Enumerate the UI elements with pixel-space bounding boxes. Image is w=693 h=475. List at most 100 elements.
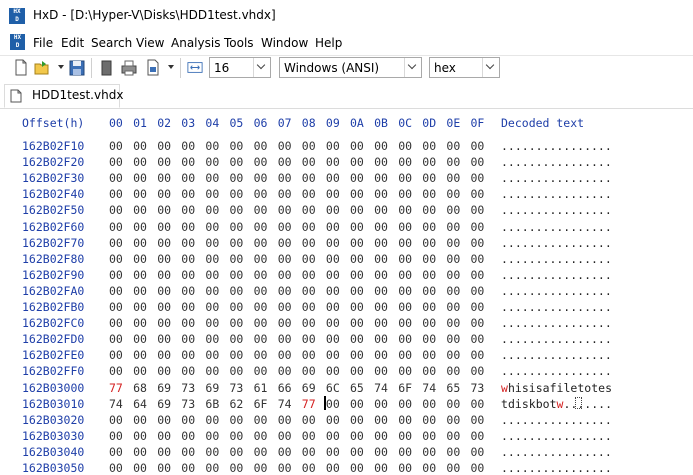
hex-byte-cell[interactable]: 00	[109, 413, 123, 427]
hex-byte-cell[interactable]: 00	[302, 220, 316, 234]
decoded-text-cell[interactable]: ................	[501, 316, 612, 330]
hex-byte-cell[interactable]: 00	[471, 252, 485, 266]
hex-byte-cell[interactable]: 00	[422, 139, 436, 153]
hex-byte-cell[interactable]: 00	[471, 220, 485, 234]
hex-byte-cell[interactable]: 00	[302, 284, 316, 298]
menu-analysis[interactable]: Analysis	[171, 36, 220, 50]
hex-byte-cell[interactable]: 00	[133, 139, 147, 153]
hex-byte-cell[interactable]: 00	[109, 171, 123, 185]
hex-byte-cell[interactable]: 00	[205, 203, 219, 217]
hex-byte-cell[interactable]: 69	[302, 381, 316, 395]
hex-byte-cell[interactable]: 74	[374, 381, 388, 395]
hex-byte-cell[interactable]: 00	[471, 332, 485, 346]
hex-byte-cell[interactable]: 00	[471, 236, 485, 250]
hex-byte-cell[interactable]: 00	[254, 139, 268, 153]
hex-byte-cell[interactable]: 00	[157, 187, 171, 201]
hex-byte-cell[interactable]: 00	[157, 445, 171, 459]
hex-byte-cell[interactable]: 00	[446, 348, 460, 362]
hex-byte-cell[interactable]: 00	[133, 429, 147, 443]
hex-byte-cell[interactable]: 00	[422, 348, 436, 362]
menu-tools[interactable]: Tools	[224, 36, 254, 50]
hex-byte-cell[interactable]: 00	[350, 236, 364, 250]
hex-byte-cell[interactable]: 00	[302, 461, 316, 475]
hex-byte-cell[interactable]: 00	[181, 236, 195, 250]
hex-byte-cell[interactable]: 00	[278, 332, 292, 346]
hex-byte-cell[interactable]: 00	[205, 429, 219, 443]
hex-byte-cell[interactable]: 00	[157, 236, 171, 250]
hex-byte-cell[interactable]: 00	[326, 203, 340, 217]
hex-byte-cell[interactable]: 00	[157, 284, 171, 298]
hex-byte-cell[interactable]: 00	[157, 139, 171, 153]
hex-byte-cell[interactable]: 00	[133, 348, 147, 362]
hex-byte-cell[interactable]: 00	[205, 171, 219, 185]
hex-byte-cell[interactable]: 00	[471, 268, 485, 282]
hex-byte-cell[interactable]: 00	[133, 171, 147, 185]
hex-byte-cell[interactable]: 00	[205, 155, 219, 169]
hex-byte-cell[interactable]: 00	[302, 187, 316, 201]
hex-byte-cell[interactable]: 00	[230, 461, 244, 475]
hex-byte-cell[interactable]: 00	[133, 332, 147, 346]
hex-byte-cell[interactable]: 00	[157, 461, 171, 475]
hex-byte-cell[interactable]: 00	[109, 268, 123, 282]
hex-byte-cell[interactable]: 00	[133, 300, 147, 314]
hex-byte-cell[interactable]: 00	[254, 364, 268, 378]
hex-byte-cell[interactable]: 00	[181, 300, 195, 314]
hex-byte-cell[interactable]: 00	[326, 461, 340, 475]
hex-byte-cell[interactable]: 00	[254, 429, 268, 443]
hex-byte-cell[interactable]: 00	[326, 252, 340, 266]
offset-base-select[interactable]: hex	[429, 57, 500, 78]
hex-byte-cell[interactable]: 00	[181, 220, 195, 234]
hex-byte-cell[interactable]: 00	[446, 364, 460, 378]
hex-byte-cell[interactable]: 00	[398, 445, 412, 459]
decoded-text-cell[interactable]: ................	[501, 187, 612, 201]
hex-byte-cell[interactable]: 00	[278, 413, 292, 427]
hex-byte-cell[interactable]: 00	[471, 300, 485, 314]
hex-byte-cell[interactable]: 77	[302, 397, 316, 411]
hex-byte-cell[interactable]: 00	[205, 139, 219, 153]
hex-byte-cell[interactable]: 00	[471, 364, 485, 378]
decoded-text-cell[interactable]: ................	[501, 155, 612, 169]
decoded-text-cell[interactable]: ................	[501, 268, 612, 282]
hex-byte-cell[interactable]: 00	[302, 429, 316, 443]
hex-byte-cell[interactable]: 61	[254, 381, 268, 395]
hex-byte-cell[interactable]: 00	[446, 187, 460, 201]
hex-byte-cell[interactable]: 00	[157, 220, 171, 234]
hex-byte-cell[interactable]: 00	[230, 445, 244, 459]
hex-byte-cell[interactable]: 00	[302, 332, 316, 346]
hex-byte-cell[interactable]: 00	[326, 284, 340, 298]
hex-byte-cell[interactable]: 00	[374, 429, 388, 443]
hex-byte-cell[interactable]: 00	[109, 284, 123, 298]
hex-byte-cell[interactable]: 00	[326, 445, 340, 459]
chevron-down-icon[interactable]	[482, 58, 499, 77]
hex-byte-cell[interactable]: 00	[254, 236, 268, 250]
hex-byte-cell[interactable]: 00	[109, 155, 123, 169]
hex-byte-cell[interactable]: 00	[254, 332, 268, 346]
hex-byte-cell[interactable]: 00	[374, 203, 388, 217]
hex-byte-cell[interactable]: 00	[205, 187, 219, 201]
hex-byte-cell[interactable]: 00	[302, 316, 316, 330]
hex-byte-cell[interactable]: 00	[374, 397, 388, 411]
hex-byte-cell[interactable]: 00	[422, 284, 436, 298]
hex-byte-cell[interactable]: 00	[398, 461, 412, 475]
hex-byte-cell[interactable]: 00	[278, 155, 292, 169]
hex-byte-cell[interactable]: 00	[230, 348, 244, 362]
hex-byte-cell[interactable]: 00	[133, 461, 147, 475]
hex-byte-cell[interactable]: 00	[422, 171, 436, 185]
hex-byte-cell[interactable]: 00	[326, 220, 340, 234]
hex-byte-cell[interactable]: 00	[374, 332, 388, 346]
hex-byte-cell[interactable]: 00	[230, 252, 244, 266]
hex-byte-cell[interactable]: 00	[133, 316, 147, 330]
hex-byte-cell[interactable]: 68	[133, 381, 147, 395]
hex-byte-cell[interactable]: 00	[350, 284, 364, 298]
hex-byte-cell[interactable]: 00	[350, 364, 364, 378]
hex-byte-cell[interactable]: 65	[350, 381, 364, 395]
hex-byte-cell[interactable]: 00	[109, 203, 123, 217]
hex-byte-cell[interactable]: 00	[302, 413, 316, 427]
hex-byte-cell[interactable]: 00	[109, 236, 123, 250]
hex-byte-cell[interactable]: 00	[326, 155, 340, 169]
hex-byte-cell[interactable]: 00	[278, 139, 292, 153]
new-file-icon[interactable]	[13, 59, 29, 76]
save-icon[interactable]	[69, 59, 85, 76]
hex-byte-cell[interactable]: 00	[350, 300, 364, 314]
hex-byte-cell[interactable]: 00	[422, 236, 436, 250]
